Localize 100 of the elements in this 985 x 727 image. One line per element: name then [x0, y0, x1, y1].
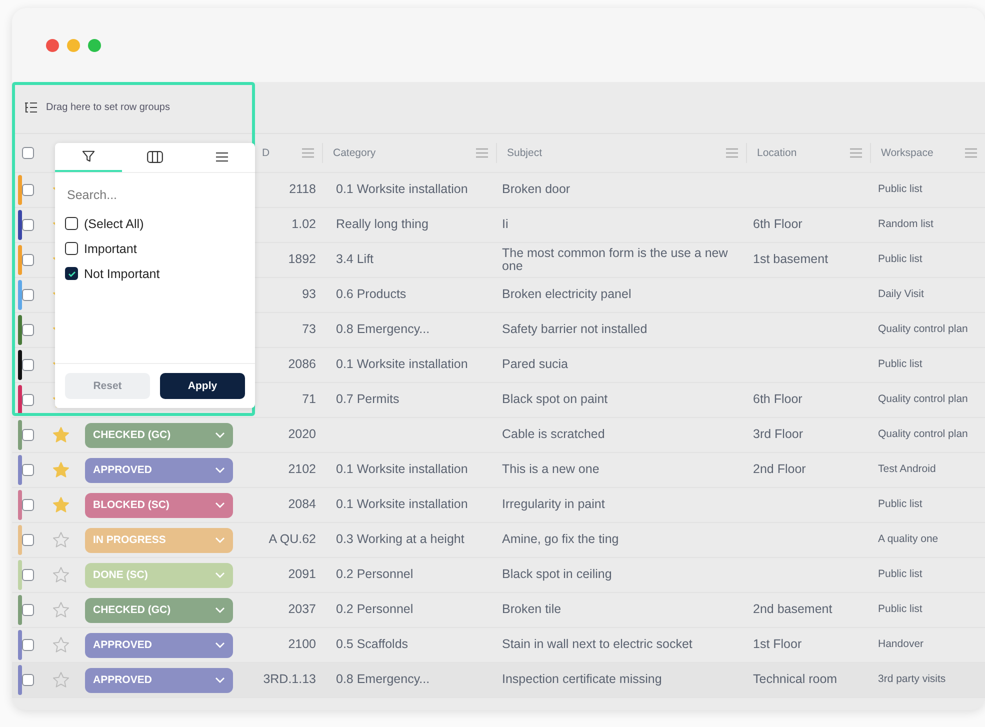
- select-all-checkbox[interactable]: [22, 147, 34, 159]
- row-checkbox[interactable]: [22, 534, 34, 546]
- row-checkbox[interactable]: [22, 674, 34, 686]
- chevron-icon: [215, 677, 225, 683]
- option-label: Important: [84, 242, 137, 256]
- apply-button[interactable]: Apply: [160, 373, 245, 399]
- id-cell-text: 2100: [287, 638, 317, 652]
- reset-button[interactable]: Reset: [65, 373, 150, 399]
- id-cell-text: 93: [301, 288, 317, 302]
- workspace-cell-text: 3rd party visits: [877, 674, 947, 686]
- category-cell-text: 0.1 Worksite installation: [335, 358, 469, 372]
- status-dropdown[interactable]: CHECKED (GC): [85, 598, 233, 622]
- row-checkbox[interactable]: [22, 324, 34, 336]
- star-icon[interactable]: [52, 601, 70, 619]
- status-dropdown[interactable]: CHECKED (GC): [85, 422, 233, 448]
- chevron-icon: [215, 467, 225, 473]
- workspace-cell-text: Public list: [877, 254, 924, 266]
- workspace-cell-text: Public list: [877, 184, 924, 196]
- id-cell-text: 2091: [287, 568, 317, 582]
- menu-icon[interactable]: [850, 148, 862, 158]
- star-icon[interactable]: [52, 461, 70, 479]
- chevron-icon: [215, 642, 225, 648]
- filter-option[interactable]: Important: [65, 240, 245, 257]
- location-cell-text: 1st basement: [752, 253, 830, 267]
- row-checkbox[interactable]: [22, 254, 34, 266]
- id-cell-text: 1892: [287, 253, 317, 267]
- location-cell-text: 2nd basement: [752, 603, 834, 617]
- subject-cell-text: Irregularity in paint: [501, 498, 606, 512]
- row-checkbox[interactable]: [22, 429, 34, 441]
- columns-icon: [147, 150, 163, 162]
- row-groups-hint: Drag here to set row groups: [46, 102, 170, 113]
- star-icon[interactable]: [52, 566, 70, 584]
- subject-cell-text: Pared sucia: [501, 358, 570, 372]
- subject-cell-text: Cable is scratched: [501, 428, 606, 442]
- workspace-cell-text: Daily Visit: [877, 289, 925, 300]
- category-cell-text: 0.1 Worksite installation: [335, 463, 469, 477]
- category-cell-text: 0.8 Emergency...: [335, 323, 431, 337]
- row-checkbox[interactable]: [22, 499, 34, 511]
- category-cell-text: 3.4 Lift: [335, 253, 375, 267]
- category-cell-text: 0.1 Worksite installation: [335, 498, 469, 512]
- row-checkbox[interactable]: [22, 464, 34, 476]
- row-checkbox[interactable]: [22, 569, 34, 581]
- location-cell-text: 6th Floor: [752, 218, 804, 232]
- filter-option[interactable]: Not Important: [65, 265, 245, 282]
- id-cell-text: 2102: [287, 463, 317, 477]
- window-control-dot[interactable]: [67, 38, 80, 52]
- status-dropdown[interactable]: BLOCKED (SC): [85, 492, 233, 518]
- row-checkbox[interactable]: [22, 184, 34, 196]
- subject-cell-text: Broken door: [501, 183, 572, 197]
- id-cell-text: 71: [301, 393, 317, 407]
- category-cell-text: 0.2 Personnel: [335, 568, 414, 582]
- column-header[interactable]: Workspace: [881, 147, 934, 159]
- filter-icon: [82, 150, 95, 163]
- row-checkbox[interactable]: [22, 289, 34, 301]
- status-dropdown[interactable]: APPROVED: [85, 632, 233, 658]
- menu-icon[interactable]: [476, 148, 488, 158]
- row-checkbox[interactable]: [22, 219, 34, 231]
- menu-icon[interactable]: [965, 148, 977, 158]
- column-header[interactable]: Subject: [507, 147, 542, 159]
- subject-cell-text: Amine, go fix the ting: [501, 533, 620, 547]
- workspace-cell-text: Quality control plan: [877, 324, 969, 336]
- row-checkbox[interactable]: [22, 359, 34, 371]
- workspace-cell-text: Public list: [877, 604, 924, 616]
- category-cell-text: 0.6 Products: [335, 288, 408, 302]
- location-cell-text: 3rd Floor: [752, 428, 804, 442]
- option-checkbox[interactable]: [65, 267, 78, 280]
- menu-icon: [216, 152, 228, 162]
- option-checkbox[interactable]: [65, 242, 78, 255]
- menu-icon[interactable]: [302, 148, 314, 158]
- star-icon[interactable]: [52, 636, 70, 654]
- filter-option[interactable]: (Select All): [65, 215, 245, 232]
- category-cell-text: 0.5 Scaffolds: [335, 638, 410, 652]
- window-control-dot[interactable]: [46, 38, 59, 52]
- option-label: Not Important: [84, 266, 160, 280]
- workspace-cell-text: Public list: [877, 569, 924, 580]
- subject-cell-text: Ii: [501, 218, 510, 232]
- menu-icon[interactable]: [726, 148, 738, 158]
- option-checkbox[interactable]: [65, 217, 78, 230]
- column-header[interactable]: Category: [333, 147, 376, 159]
- id-cell-text: 2086: [287, 358, 317, 372]
- category-cell-text: 0.7 Permits: [335, 393, 400, 407]
- chevron-icon: [215, 502, 225, 508]
- star-icon[interactable]: [52, 496, 70, 514]
- window-control-dot[interactable]: [88, 38, 101, 52]
- star-icon[interactable]: [52, 671, 70, 689]
- star-icon[interactable]: [52, 531, 70, 549]
- workspace-cell-text: Handover: [877, 639, 925, 650]
- column-header[interactable]: Location: [757, 147, 797, 159]
- status-dropdown[interactable]: APPROVED: [85, 668, 233, 692]
- workspace-cell-text: Public list: [877, 499, 924, 510]
- row-checkbox[interactable]: [22, 639, 34, 651]
- row-checkbox[interactable]: [22, 394, 34, 406]
- column-header[interactable]: D: [262, 147, 270, 159]
- row-groups-icon: [24, 102, 38, 114]
- row-checkbox[interactable]: [22, 604, 34, 616]
- category-cell-text: 0.2 Personnel: [335, 603, 414, 617]
- status-dropdown[interactable]: APPROVED: [85, 458, 233, 482]
- id-cell-text: 3RD.1.13: [262, 673, 317, 687]
- subject-cell-text: Broken tile: [501, 603, 562, 617]
- star-icon[interactable]: [52, 426, 70, 444]
